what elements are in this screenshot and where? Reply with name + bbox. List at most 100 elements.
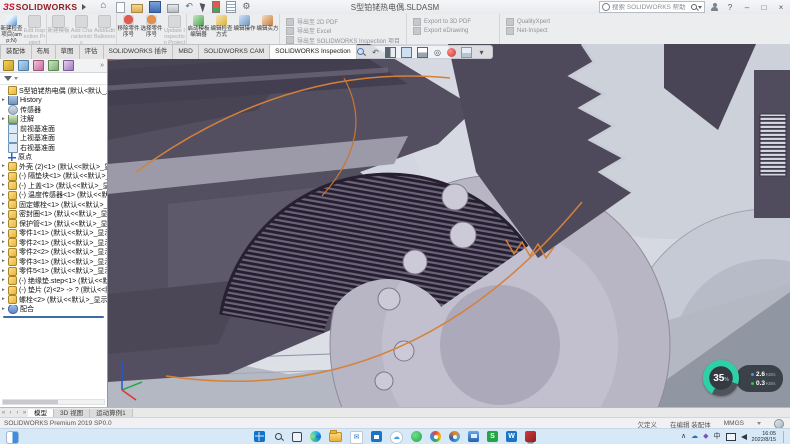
view-settings-icon[interactable]: ▾ (477, 48, 486, 57)
doc-tab-nav-icon[interactable]: › (14, 410, 21, 416)
volume-icon[interactable] (741, 434, 747, 440)
panel-tabs-overflow[interactable]: » (100, 62, 104, 69)
file-properties-icon[interactable] (226, 1, 236, 13)
commandmanager-tab[interactable]: 评估 (79, 44, 103, 59)
status-item[interactable]: 欠定义 (637, 419, 657, 429)
browser-icon-1[interactable] (430, 431, 441, 442)
store-icon[interactable] (371, 431, 382, 442)
displaymanager-tab[interactable] (63, 60, 74, 71)
tree-item[interactable]: ▸ History (0, 96, 107, 106)
show-desktop-button[interactable] (783, 431, 786, 443)
rebuild-icon[interactable] (212, 1, 220, 13)
open-file-icon[interactable] (131, 4, 143, 13)
tree-item[interactable]: 上视基准面 (0, 134, 107, 144)
save-icon[interactable] (149, 1, 161, 13)
ribbon-menu-item[interactable]: Export to 3D PDF (413, 17, 499, 26)
tree-item[interactable]: ▸ 固定螺栓<1> (默认<<默认>_显示状态 (0, 200, 107, 210)
ribbon-menu-item[interactable]: 导出至 2D PDF (286, 17, 406, 26)
tree-item[interactable]: ▸ 零件1<1> (默认<<默认>_显示状态 (0, 229, 107, 239)
ime-language[interactable]: 中 (714, 432, 721, 442)
restore-button[interactable]: □ (758, 3, 770, 12)
options-icon[interactable] (242, 2, 252, 12)
scrollbar-thumb[interactable] (3, 400, 58, 404)
rollback-bar[interactable] (3, 316, 104, 318)
tree-item[interactable]: ▸ (-) 上盖<1> (默认<<默认>_显示状态 (0, 181, 107, 191)
search-caret-icon[interactable] (698, 6, 702, 9)
start-button[interactable] (254, 431, 265, 442)
ribbon-button[interactable]: 编辑买方 (256, 14, 279, 44)
tree-item[interactable]: 前视基准面 (0, 124, 107, 134)
filter-icon[interactable] (4, 76, 12, 81)
login-icon[interactable] (710, 3, 719, 12)
view-orientation-icon[interactable] (401, 47, 412, 58)
taskbar-clock[interactable]: 16:05 2022/8/15 (752, 431, 776, 444)
3d-model-view[interactable] (108, 44, 790, 407)
ribbon-button[interactable]: 编辑检查方式 (210, 14, 233, 44)
commandmanager-tab[interactable]: SOLIDWORKS Inspection (269, 44, 357, 59)
app-icon-w[interactable]: W (506, 431, 517, 442)
status-item[interactable]: MMGS (724, 420, 744, 427)
mail-icon[interactable]: ✉ (350, 431, 363, 444)
search-input[interactable] (612, 4, 690, 11)
solidworks-taskbar-icon[interactable] (525, 431, 536, 442)
commandmanager-tab[interactable]: 装配体 (0, 44, 31, 59)
tree-item[interactable]: ▸ 螺栓<2> (默认<<默认>_显示状态 (0, 295, 107, 305)
edit-appearance-icon[interactable] (447, 48, 456, 57)
print-icon[interactable] (167, 4, 179, 13)
ribbon-button[interactable]: 移除零件序号 (116, 14, 140, 44)
ribbon-menu-item[interactable]: QualityXpert (506, 17, 572, 26)
ribbon-button[interactable]: Update Inspection Project (163, 14, 186, 44)
ribbon-button[interactable]: 新建模板 (46, 14, 70, 44)
percent-gauge[interactable]: 35 % (703, 360, 739, 396)
ribbon-menu-item[interactable]: Export eDrawing (413, 26, 499, 35)
units-caret-icon[interactable] (757, 422, 761, 425)
ribbon-button[interactable]: 新建检查项目(amp;N) (0, 14, 23, 44)
tree-item[interactable]: ▸ 零件2<1> (默认<<默认>_显示状态 (0, 238, 107, 248)
edge-icon[interactable] (310, 431, 321, 442)
tree-item[interactable]: ▸ 密封圈<1> (默认<<默认>_显示状态 (0, 210, 107, 220)
browser-icon-2[interactable] (449, 431, 460, 442)
status-tag-icon[interactable] (774, 419, 784, 429)
tree-item[interactable]: ▸ (-) 绝缘垫.step<1> (默认<<默认>_显 (0, 276, 107, 286)
tree-item[interactable]: ▸ 注解 (0, 115, 107, 125)
weather-icon[interactable]: ☁ (390, 431, 403, 444)
new-file-icon[interactable] (116, 2, 125, 13)
tree-item[interactable]: ▸ 零件5<1> (默认<<默认>_显示状态 (0, 267, 107, 277)
scene-icon[interactable] (461, 47, 472, 58)
ribbon-button[interactable]: Edit Inspection Project (23, 14, 46, 44)
app-icon-s[interactable]: S (487, 431, 498, 442)
tree-item[interactable]: ▸ (-) 垫片 (2)<2> -> ? (默认<<默认>_显 (0, 286, 107, 296)
home-icon[interactable] (100, 2, 110, 12)
tree-item[interactable]: ▸ 外壳 (2)<1> (默认<<默认>_显示状态 (0, 162, 107, 172)
display-style-icon[interactable] (417, 47, 428, 58)
ribbon-button[interactable]: Add Characteristic (70, 14, 93, 44)
status-item[interactable]: 在编辑 装配体 (670, 419, 711, 429)
doc-tab-nav-icon[interactable]: » (21, 410, 28, 416)
menu-expand-arrow-icon[interactable] (82, 4, 86, 10)
previous-view-icon[interactable]: ↶ (371, 48, 380, 57)
taskbar-search-icon[interactable] (273, 431, 284, 442)
tree-item[interactable]: S型铂铑热电偶 (默认<默认_显示状态-1 (0, 86, 107, 96)
select-icon[interactable] (200, 1, 208, 12)
minimize-button[interactable]: – (741, 3, 753, 12)
performance-overlay-widget[interactable]: 2.6KB/s 0.3KB/s 35 % (703, 360, 783, 396)
hide-show-items-icon[interactable]: ◎ (433, 48, 442, 57)
graphics-area[interactable]: ↶ ◎ ▾ 2.6KB/s 0.3KB/s 35 (108, 44, 790, 407)
close-button[interactable]: × (775, 3, 787, 12)
tray-expand-icon[interactable]: ∧ (681, 432, 686, 442)
configurationmanager-tab[interactable] (33, 60, 44, 71)
tree-item[interactable]: 右视基准面 (0, 143, 107, 153)
ribbon-button[interactable]: Add/Edit Balloons (93, 14, 116, 44)
tree-item[interactable]: ▸ (-) 隔垫块<1> (默认<<默认>_显示状态 (0, 172, 107, 182)
filter-caret-icon[interactable] (14, 77, 18, 80)
commandmanager-tab[interactable]: 草图 (55, 44, 79, 59)
doc-tab-nav-icon[interactable]: « (0, 410, 7, 416)
file-explorer-icon[interactable] (329, 432, 342, 442)
search-icon[interactable] (690, 3, 698, 11)
tree-item[interactable]: 传感器 (0, 105, 107, 115)
ribbon-menu-item[interactable]: Net-Inspect (506, 26, 572, 35)
onedrive-icon[interactable]: ☁ (691, 432, 698, 442)
app-icon-green[interactable] (411, 431, 422, 442)
dimxpertmanager-tab[interactable] (48, 60, 59, 71)
network-icon[interactable] (726, 433, 736, 441)
